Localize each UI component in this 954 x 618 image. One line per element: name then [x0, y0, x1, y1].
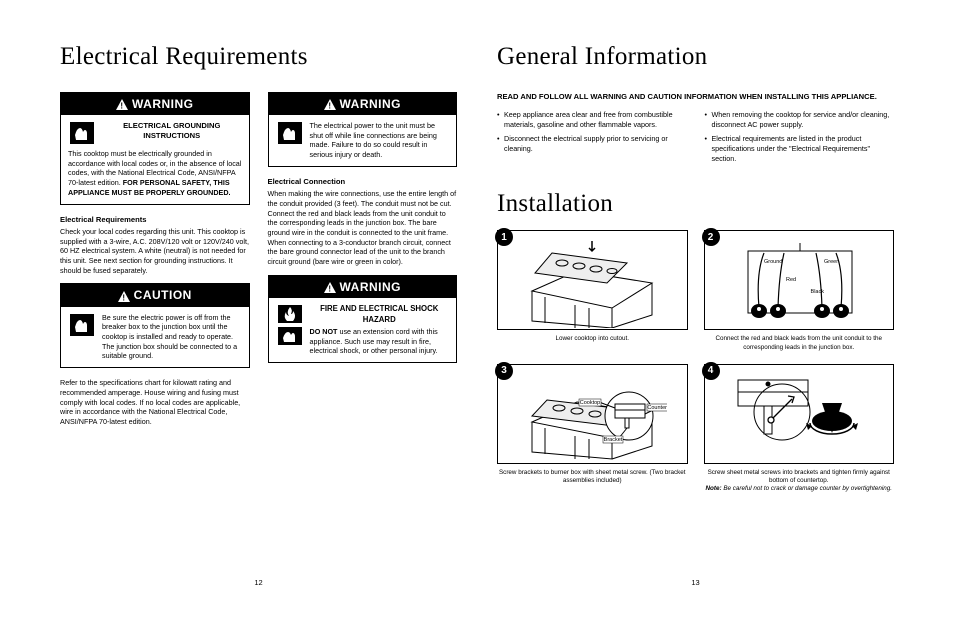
step-3-caption: Screw brackets to burner box with sheet …	[497, 469, 688, 485]
page-number-right: 13	[691, 578, 699, 588]
warning-triangle-icon: !	[116, 99, 128, 110]
step-4-illustration	[704, 364, 895, 464]
electrical-req-body: Check your local codes regarding this un…	[60, 227, 250, 276]
grounding-body: This cooktop must be electrically ground…	[68, 149, 242, 198]
gi-bullets: Keep appliance area clear and free from …	[497, 110, 894, 169]
svg-text:Ground: Ground	[764, 259, 782, 265]
gi-bullets-left: Keep appliance area clear and free from …	[497, 110, 687, 169]
svg-text:Cooktop: Cooktop	[580, 400, 601, 406]
caution-box: ! CAUTION Be sure the electric power is …	[60, 283, 250, 368]
warning-header: ! WARNING	[269, 276, 457, 298]
hand-icon	[68, 121, 96, 145]
step-number: 4	[702, 362, 720, 380]
left-page: Electrical Requirements ! WARNING	[60, 40, 457, 588]
fire-warning-body: FIRE AND ELECTRICAL SHOCK HAZARD DO NOT …	[310, 304, 450, 356]
electrical-req-head: Electrical Requirements	[60, 215, 250, 225]
fire-hand-icon	[276, 304, 304, 356]
step-number: 2	[702, 228, 720, 246]
svg-text:Green: Green	[824, 259, 839, 265]
bullet: Electrical requirements are listed in th…	[705, 134, 895, 163]
svg-text:Bracket: Bracket	[604, 437, 623, 443]
bullet: When removing the cooktop for service an…	[705, 110, 895, 129]
caution-header: ! CAUTION	[61, 284, 249, 306]
heading-electrical: Electrical Requirements	[60, 40, 457, 74]
svg-text:Red: Red	[786, 277, 796, 283]
warning-triangle-icon: !	[324, 99, 336, 110]
elec-connection-body: When making the wire connections, use th…	[268, 189, 458, 267]
step-1: 1 step	[497, 230, 688, 351]
step-2-illustration: Ground Green Red Black	[704, 230, 895, 330]
step-3: 3 step	[497, 364, 688, 494]
right-page: General Information READ AND FOLLOW ALL …	[497, 40, 894, 588]
hand-icon	[68, 313, 96, 362]
svg-text:!: !	[328, 102, 331, 111]
step-2-caption: Connect the red and black leads from the…	[704, 335, 895, 351]
svg-text:!: !	[328, 285, 331, 294]
warning-box-grounding: ! WARNING ELECTRICAL GROUNDING INSTRUCTI…	[60, 92, 250, 205]
heading-general: General Information	[497, 40, 894, 74]
step-1-caption: Lower cooktop into cutout.	[497, 335, 688, 343]
page-number-left: 12	[254, 578, 262, 588]
caution-body: Be sure the electric power is off from t…	[102, 313, 242, 362]
step-number: 3	[495, 362, 513, 380]
step-1-illustration	[497, 230, 688, 330]
left-col-1: ! WARNING ELECTRICAL GROUNDING INSTRUCTI…	[60, 92, 250, 435]
gi-bullets-right: When removing the cooktop for service an…	[705, 110, 895, 169]
warning-box-fire: ! WARNING FIRE AND ELECTRICAL SHOCK HAZA…	[268, 275, 458, 363]
left-columns: ! WARNING ELECTRICAL GROUNDING INSTRUCTI…	[60, 92, 457, 435]
install-steps: 1 step	[497, 230, 894, 493]
svg-text:!: !	[120, 102, 123, 111]
step-4-caption: Screw sheet metal screws into brackets a…	[704, 469, 895, 494]
power-warning-body: The electrical power to the unit must be…	[310, 121, 450, 160]
warning-box-power: ! WARNING The electrical power to the un…	[268, 92, 458, 167]
svg-text:!: !	[122, 293, 125, 302]
heading-install: Installation	[497, 187, 894, 221]
elec-connection-head: Electrical Connection	[268, 177, 458, 187]
left-col-2: ! WARNING The electrical power to the un…	[268, 92, 458, 435]
step-4: 4 step	[704, 364, 895, 494]
warning-header: ! WARNING	[269, 93, 457, 115]
spec-chart-para: Refer to the specifications chart for ki…	[60, 378, 250, 427]
svg-text:Countertop: Countertop	[648, 405, 668, 411]
step-3-illustration: Cooktop Countertop Bracket	[497, 364, 688, 464]
page-spread: Electrical Requirements ! WARNING	[60, 40, 894, 588]
gi-lead: READ AND FOLLOW ALL WARNING AND CAUTION …	[497, 92, 894, 102]
grounding-subhead: ELECTRICAL GROUNDING INSTRUCTIONS	[102, 121, 242, 142]
hand-icon	[276, 121, 304, 160]
warning-triangle-icon: !	[118, 291, 130, 302]
svg-text:Black: Black	[810, 289, 824, 295]
warning-header: ! WARNING	[61, 93, 249, 115]
warning-triangle-icon: !	[324, 282, 336, 293]
bullet: Disconnect the electrical supply prior t…	[497, 134, 687, 153]
step-2: 2 step	[704, 230, 895, 351]
bullet: Keep appliance area clear and free from …	[497, 110, 687, 129]
